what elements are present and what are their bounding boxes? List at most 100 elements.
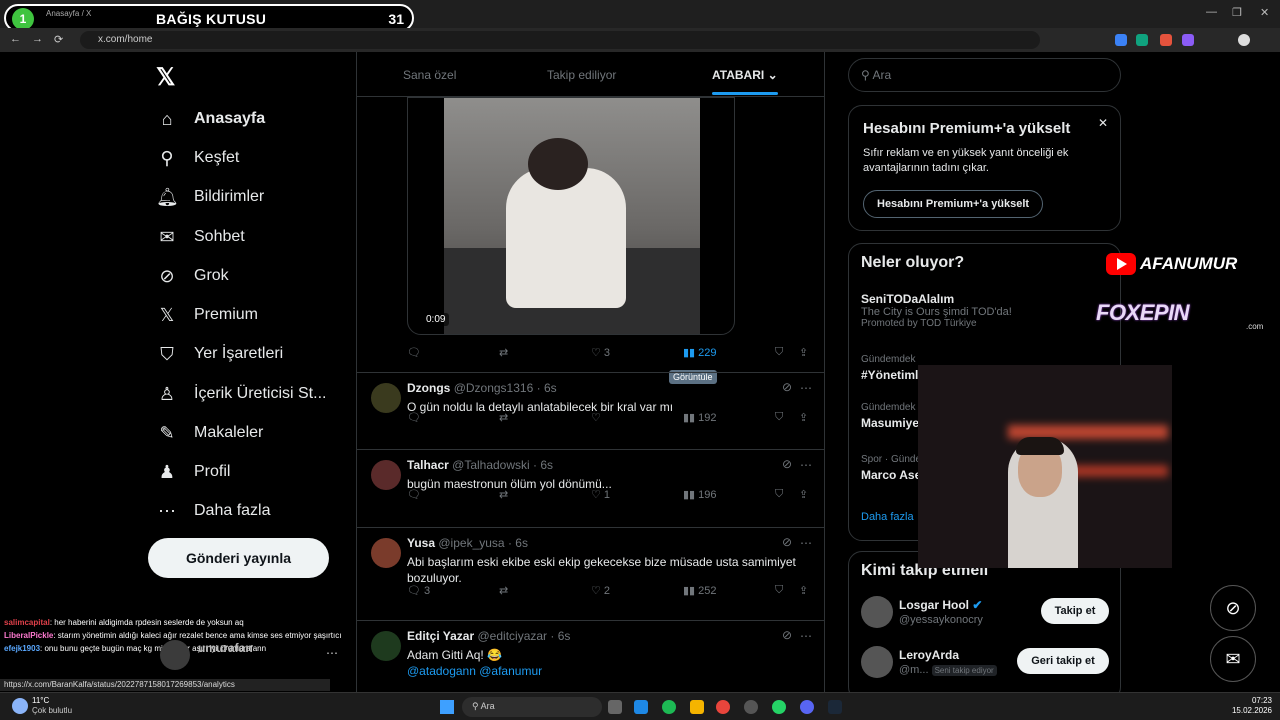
sidebar-item-6[interactable]: ⛉ Yer İşaretleri xyxy=(156,339,283,369)
tweet-time[interactable]: · 6s xyxy=(537,381,557,395)
grok-icon[interactable]: ⊘ xyxy=(782,457,792,471)
tweet[interactable]: Editçi Yazar @editciyazar · 6s ⊘ ⋯ Adam G… xyxy=(357,620,824,692)
tweet[interactable]: Yusa @ipek_yusa · 6s ⊘ ⋯ Abi başlarım esk… xyxy=(357,527,824,620)
follow-name[interactable]: Losgar Hool ✔ xyxy=(899,598,982,612)
bookmark-icon[interactable]: ⛉ xyxy=(775,488,783,501)
extension-icon[interactable] xyxy=(1160,34,1172,46)
more-icon[interactable]: ⋯ xyxy=(800,536,812,550)
more-icon[interactable]: ⋯ xyxy=(800,458,812,472)
author-name[interactable]: Editçi Yazar xyxy=(407,629,474,643)
grok-icon[interactable]: ⊘ xyxy=(1210,585,1256,631)
reply-icon[interactable]: 🗨︎ 3 xyxy=(407,584,430,597)
close-icon[interactable]: ✕ xyxy=(1098,116,1108,130)
sidebar-item-10[interactable]: ⋯ Daha fazla xyxy=(156,496,271,526)
forward-icon[interactable]: → xyxy=(32,33,43,45)
reply-icon[interactable]: 🗨︎ xyxy=(407,488,421,501)
extension-icon[interactable] xyxy=(1136,34,1148,46)
explorer-icon[interactable] xyxy=(690,700,704,714)
weather-desc[interactable]: Çok bulutlu xyxy=(32,706,72,715)
like-icon[interactable]: ♡ xyxy=(591,411,601,424)
reply-icon[interactable]: 🗨︎ xyxy=(407,411,421,424)
share-icon[interactable]: ⇪ xyxy=(799,584,808,597)
sidebar-item-5[interactable]: 𝕏 Premium xyxy=(156,300,258,330)
back-icon[interactable]: ← xyxy=(10,33,21,45)
sidebar-item-8[interactable]: ✎ Makaleler xyxy=(156,418,263,448)
author-handle[interactable]: @editciyazar xyxy=(478,629,548,643)
sidebar-item-9[interactable]: ♟ Profil xyxy=(156,457,231,487)
x-logo-icon[interactable]: 𝕏 xyxy=(156,63,175,92)
tweet-time[interactable]: · 6s xyxy=(533,458,553,472)
trend-item[interactable]: Spor · Günde Marco Ase xyxy=(861,454,921,482)
author-handle[interactable]: @Talhadowski xyxy=(452,458,530,472)
avatar[interactable] xyxy=(371,460,401,490)
steam-icon[interactable] xyxy=(828,700,842,714)
author-name[interactable]: Talhacr xyxy=(407,458,449,472)
share-icon[interactable]: ⇪ xyxy=(799,488,808,501)
sidebar-item-7[interactable]: ♙ İçerik Üreticisi St... xyxy=(156,379,327,409)
author-name[interactable]: Dzongs xyxy=(407,381,450,395)
spotify-icon[interactable] xyxy=(662,700,676,714)
sidebar-item-4[interactable]: ⊘ Grok xyxy=(156,261,228,291)
tab-following[interactable]: Takip ediliyor xyxy=(547,68,616,82)
share-icon[interactable]: ⇪ xyxy=(799,346,808,359)
tweet-mentions[interactable]: @atadogann @afanumur xyxy=(407,663,807,679)
task-view-icon[interactable] xyxy=(608,700,622,714)
reload-icon[interactable]: ⟳ xyxy=(54,33,63,46)
grok-icon[interactable]: ⊘ xyxy=(782,628,792,642)
chrome-icon[interactable] xyxy=(716,700,730,714)
repost-icon[interactable]: ⇄ xyxy=(499,346,508,359)
discord-icon[interactable] xyxy=(800,700,814,714)
close-window-icon[interactable]: ✕ xyxy=(1260,6,1269,19)
app-icon[interactable] xyxy=(744,700,758,714)
author-handle[interactable]: @ipek_yusa xyxy=(438,536,504,550)
bookmark-icon[interactable]: ⛉ xyxy=(775,346,783,359)
share-icon[interactable]: ⇪ xyxy=(799,411,808,424)
extension-icon[interactable] xyxy=(1115,34,1127,46)
avatar[interactable] xyxy=(371,383,401,413)
trend-item[interactable]: SeniTODaAlalım The City is Ours şimdi TOD… xyxy=(861,292,1012,329)
like-icon[interactable]: ♡ 3 xyxy=(591,346,610,359)
tab-atabari[interactable]: ATABARI ⌄ xyxy=(712,68,778,82)
repost-icon[interactable]: ⇄ xyxy=(499,411,508,424)
maximize-icon[interactable]: ❐ xyxy=(1232,6,1242,19)
minimize-icon[interactable]: — xyxy=(1206,6,1217,18)
premium-button[interactable]: Hesabını Premium+'a yükselt xyxy=(863,190,1044,218)
start-icon[interactable] xyxy=(440,700,454,714)
follow-name[interactable]: LeroyArda xyxy=(899,648,959,662)
views-icon[interactable]: ▮▮ 196 xyxy=(683,488,717,501)
like-icon[interactable]: ♡ 2 xyxy=(591,584,610,597)
weather-temp[interactable]: 11°C xyxy=(32,696,49,705)
sidebar-item-3[interactable]: ✉ Sohbet xyxy=(156,222,244,252)
reply-icon[interactable]: 🗨︎ xyxy=(407,346,421,359)
sidebar-item-0[interactable]: ⌂ Anasayfa xyxy=(156,104,266,134)
repost-icon[interactable]: ⇄ xyxy=(499,488,508,501)
extension-icon[interactable] xyxy=(1182,34,1194,46)
messages-icon[interactable]: ✉ xyxy=(1210,636,1256,682)
clock-time[interactable]: 07:23 xyxy=(1218,696,1272,705)
avatar[interactable] xyxy=(861,596,893,628)
avatar[interactable] xyxy=(371,631,401,661)
like-icon[interactable]: ♡ 1 xyxy=(591,488,610,501)
grok-icon[interactable]: ⊘ xyxy=(782,380,792,394)
browser-tab-title[interactable]: Anasayfa / X xyxy=(46,9,91,18)
author-name[interactable]: Yusa xyxy=(407,536,435,550)
video-player[interactable]: 0:09 xyxy=(407,97,735,335)
taskbar-search[interactable]: ⚲ Ara xyxy=(462,697,602,717)
post-button[interactable]: Gönderi yayınla xyxy=(148,538,329,578)
more-icon[interactable]: ⋯ xyxy=(800,381,812,395)
views-icon[interactable]: ▮▮ 252 xyxy=(683,584,717,597)
more-icon[interactable]: ⋯ xyxy=(800,629,812,643)
follow-button[interactable]: Geri takip et xyxy=(1017,648,1109,674)
tweet[interactable]: Talhacr @Talhadowski · 6s ⊘ ⋯ bugün maest… xyxy=(357,449,824,527)
views-icon[interactable]: ▮▮ 229 xyxy=(683,346,717,359)
tweet-time[interactable]: · 6s xyxy=(550,629,570,643)
whatsapp-icon[interactable] xyxy=(772,700,786,714)
bookmark-icon[interactable]: ⛉ xyxy=(775,411,783,424)
profile-avatar-icon[interactable] xyxy=(1238,34,1250,46)
clock-date[interactable]: 15.02.2026 xyxy=(1218,706,1272,715)
sidebar-item-1[interactable]: ⚲ Keşfet xyxy=(156,143,239,173)
edge-icon[interactable] xyxy=(634,700,648,714)
more-icon[interactable]: ⋯ xyxy=(326,646,338,660)
avatar[interactable] xyxy=(160,640,190,670)
grok-icon[interactable]: ⊘ xyxy=(782,535,792,549)
